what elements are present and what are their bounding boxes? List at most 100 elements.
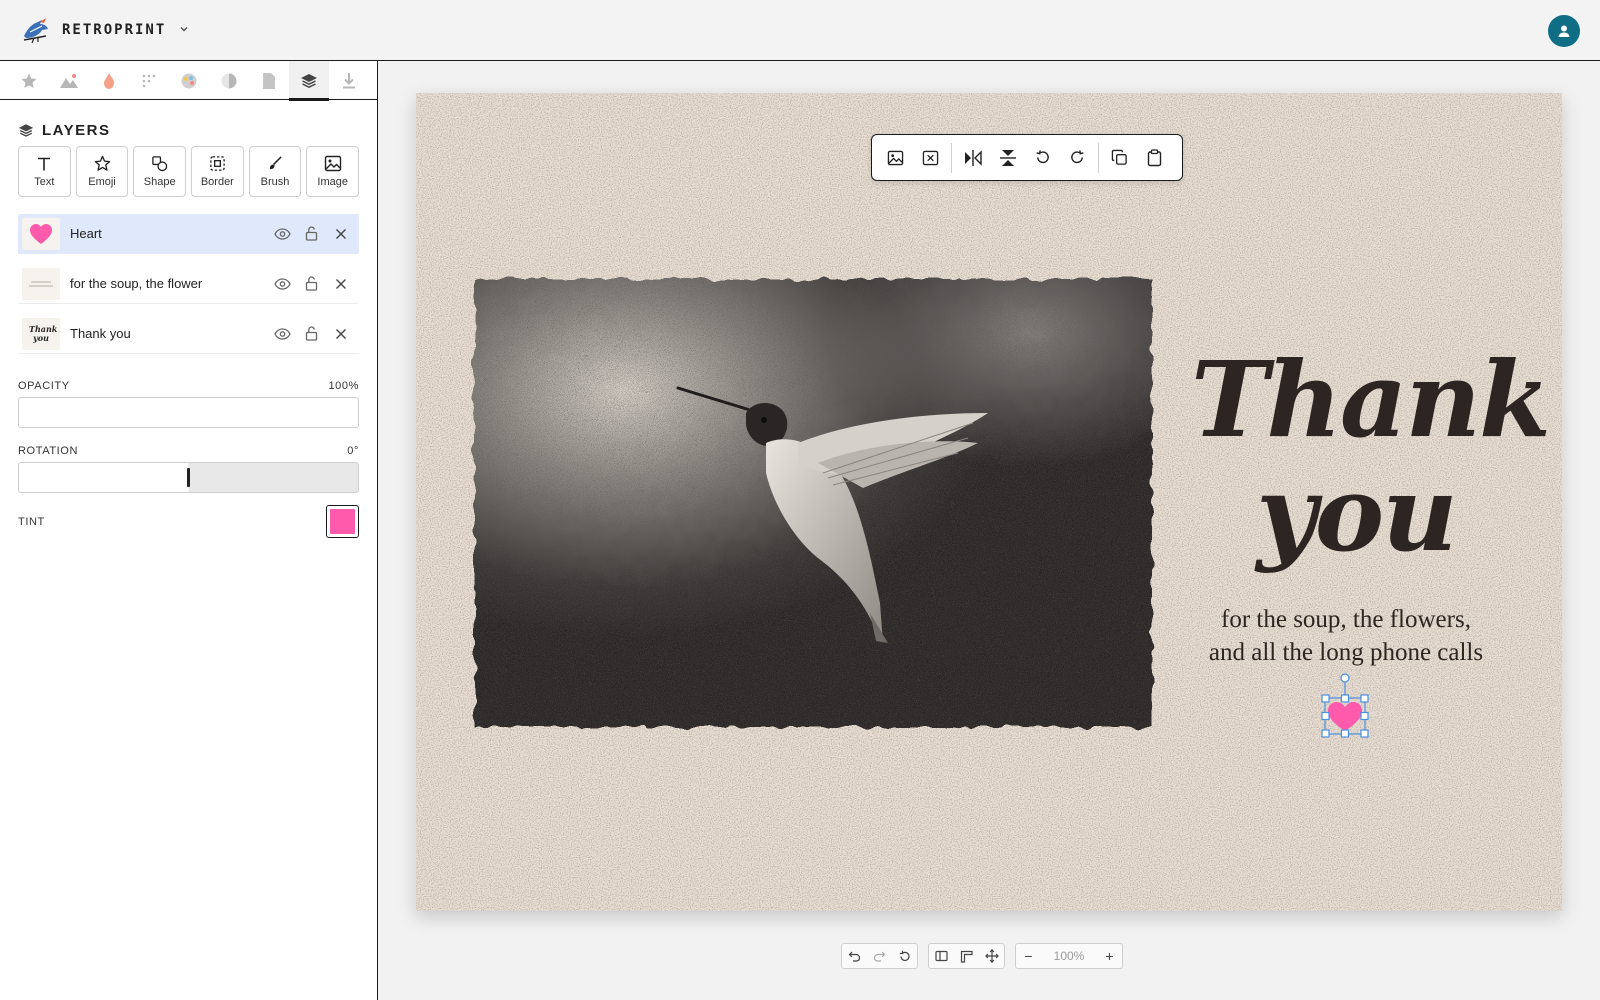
user-avatar-button[interactable] — [1548, 15, 1580, 47]
delete-layer-button[interactable] — [326, 322, 355, 346]
subtitle-text[interactable]: for the soup, the flowers, and all the l… — [1156, 603, 1536, 669]
zoom-in-button[interactable]: + — [1097, 944, 1122, 968]
zoom-level: 100% — [1053, 949, 1085, 963]
opacity-label: OPACITY — [18, 380, 70, 392]
rotate-left-icon — [1036, 150, 1049, 164]
brand-menu[interactable]: RETROPRINT — [20, 14, 190, 46]
toggle-visibility-button[interactable] — [268, 222, 297, 246]
tab-scenes[interactable] — [49, 61, 89, 100]
rotate-handle[interactable] — [1340, 673, 1350, 683]
flip-horizontal-button[interactable] — [955, 140, 990, 175]
resize-handle-n[interactable] — [1340, 694, 1350, 703]
resize-handle-w[interactable] — [1321, 711, 1330, 721]
rulers-button[interactable] — [954, 944, 979, 968]
history-controls — [841, 943, 918, 969]
sidebar-panel: LAYERS Text Emoji Shape Border Brush Ima… — [0, 61, 378, 1000]
rotate-right-button[interactable] — [1060, 140, 1095, 175]
layer-name: for the soup, the flower — [70, 276, 203, 291]
add-brush-button[interactable]: Brush — [248, 146, 302, 197]
tab-layers[interactable] — [289, 61, 329, 101]
layer-name: Heart — [70, 226, 102, 241]
rotate-left-button[interactable] — [1025, 140, 1060, 175]
add-emoji-button[interactable]: Emoji — [75, 146, 129, 197]
add-text-label: Text — [34, 175, 55, 188]
paste-button[interactable] — [1137, 140, 1172, 175]
add-image-label: Image — [317, 176, 348, 188]
close-icon — [335, 278, 346, 289]
layer-thumbnail — [22, 217, 60, 250]
zoom-out-button[interactable]: − — [1016, 944, 1041, 968]
mountain-icon — [60, 73, 78, 88]
tab-effects[interactable] — [89, 61, 129, 100]
tab-paper[interactable] — [249, 61, 289, 100]
layer-name: Thank you — [70, 326, 131, 341]
eye-icon — [274, 327, 291, 340]
rotation-slider-thumb[interactable] — [187, 468, 190, 487]
toggle-visibility-button[interactable] — [268, 322, 297, 346]
close-icon — [335, 328, 346, 339]
add-image-button[interactable]: Image — [306, 146, 360, 197]
headline-text[interactable]: Thank you — [1191, 338, 1551, 571]
toggle-lock-button[interactable] — [297, 322, 326, 346]
pan-button[interactable] — [979, 944, 1004, 968]
download-icon — [343, 72, 355, 88]
unlock-icon — [305, 226, 318, 241]
rotation-slider[interactable] — [18, 462, 359, 493]
tab-pattern[interactable] — [129, 61, 169, 100]
minus-icon: − — [1024, 948, 1033, 964]
tab-stickers[interactable] — [9, 61, 49, 100]
layer-row-thank-you[interactable]: Thank you Thank you — [18, 314, 359, 354]
heart-icon — [30, 223, 52, 244]
resize-handle-s[interactable] — [1340, 729, 1350, 738]
layer-row-subtitle[interactable]: for the soup, the flower — [18, 264, 359, 304]
delete-layer-button[interactable] — [326, 272, 355, 296]
add-brush-label: Brush — [260, 176, 290, 188]
tab-colors[interactable] — [169, 61, 209, 100]
tab-tone[interactable] — [209, 61, 249, 100]
layer-row-heart[interactable]: Heart — [18, 214, 359, 254]
image-icon — [324, 155, 341, 172]
tint-color-swatch[interactable] — [326, 505, 359, 538]
resize-handle-se[interactable] — [1360, 729, 1369, 738]
design-card[interactable]: Thank you for the soup, the flowers, and… — [416, 93, 1562, 911]
heart-element-selected[interactable] — [1305, 672, 1385, 752]
flip-vertical-button[interactable] — [990, 140, 1025, 175]
redo-button[interactable] — [867, 944, 892, 968]
tint-row: TINT — [0, 505, 377, 538]
reset-button[interactable] — [892, 944, 917, 968]
add-border-button[interactable]: Border — [191, 146, 244, 197]
subtitle-line-2: and all the long phone calls — [1208, 639, 1484, 666]
rotation-label: ROTATION — [18, 445, 78, 457]
opacity-slider[interactable] — [18, 397, 359, 428]
toggle-lock-button[interactable] — [297, 272, 326, 296]
panel-icon — [935, 950, 948, 962]
hummingbird-photo[interactable] — [468, 273, 1158, 733]
add-text-button[interactable]: Text — [18, 146, 71, 197]
tab-export[interactable] — [329, 61, 369, 100]
resize-handle-nw[interactable] — [1321, 694, 1330, 703]
resize-handle-e[interactable] — [1360, 711, 1369, 721]
undo-button[interactable] — [842, 944, 867, 968]
star-outline-icon — [94, 155, 110, 171]
tool-tabs — [0, 61, 377, 101]
layer-thumbnail — [22, 267, 60, 300]
dots-icon — [142, 74, 156, 87]
headline-line-1: Thank — [1191, 338, 1551, 461]
remove-image-button[interactable] — [913, 140, 948, 175]
toggle-lock-button[interactable] — [297, 222, 326, 246]
zoom-controls: − 100% + — [1015, 943, 1123, 969]
rotate-right-icon — [1071, 150, 1084, 164]
replace-image-button[interactable] — [878, 140, 913, 175]
star-icon — [21, 73, 37, 88]
resize-handle-sw[interactable] — [1321, 729, 1330, 738]
thumbnail-text: Thank you — [29, 323, 58, 343]
add-shape-button[interactable]: Shape — [133, 146, 187, 197]
toggle-panel-button[interactable] — [929, 944, 954, 968]
resize-handle-ne[interactable] — [1360, 694, 1369, 703]
duplicate-button[interactable] — [1102, 140, 1137, 175]
canvas-bottom-bar: − 100% + — [841, 943, 1123, 969]
delete-layer-button[interactable] — [326, 222, 355, 246]
heart-shape — [1328, 702, 1362, 731]
layers-icon — [18, 123, 34, 137]
toggle-visibility-button[interactable] — [268, 272, 297, 296]
